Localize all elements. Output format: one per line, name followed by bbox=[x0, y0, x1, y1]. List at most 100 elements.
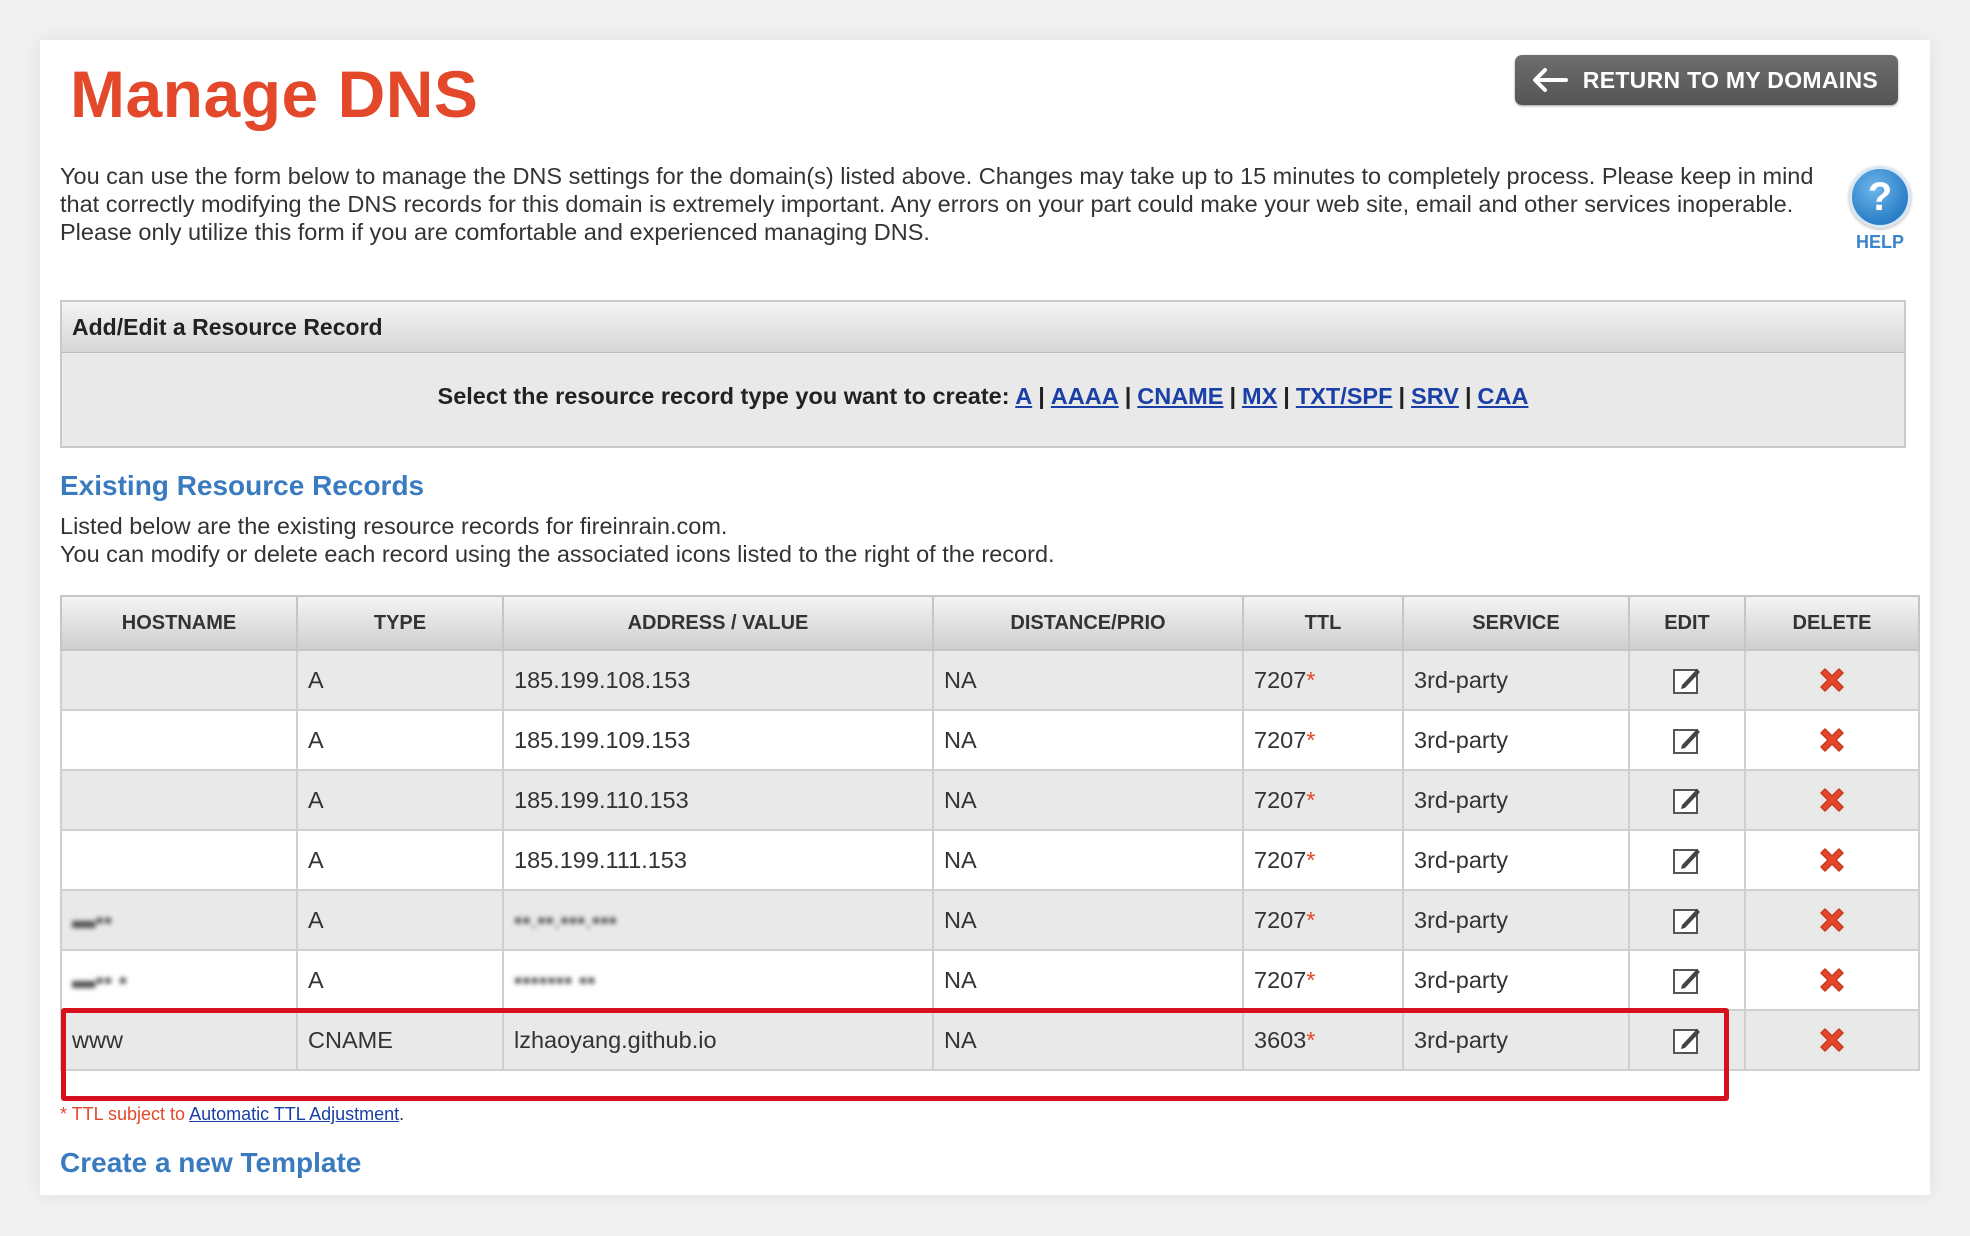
table-row: A 185.199.109.153 NA 7207* 3rd-party bbox=[60, 709, 1920, 771]
record-hostname: www bbox=[60, 1009, 298, 1071]
record-hostname bbox=[60, 769, 298, 831]
ttl-footnote-prefix: * TTL subject to bbox=[60, 1104, 190, 1124]
return-button-label: RETURN TO MY DOMAINS bbox=[1582, 66, 1878, 93]
add-edit-record-box: Add/Edit a Resource Record Select the re… bbox=[60, 300, 1906, 448]
column-header-hostname: HOSTNAME bbox=[60, 595, 298, 651]
return-to-domains-button[interactable]: RETURN TO MY DOMAINS bbox=[1514, 55, 1898, 105]
record-value: 185.199.109.153 bbox=[502, 709, 934, 771]
record-type-prompt: Select the resource record type you want… bbox=[437, 383, 1010, 409]
record-type: A bbox=[296, 709, 504, 771]
record-edit-cell bbox=[1628, 889, 1746, 951]
record-type-selector: Select the resource record type you want… bbox=[437, 383, 1529, 409]
record-ttl: 7207* bbox=[1242, 709, 1404, 771]
table-row: ▬▪▪ A ▪▪.▪▪.▪▪▪.▪▪▪ NA 7207* 3rd-party bbox=[60, 889, 1920, 951]
delete-x-icon[interactable] bbox=[1814, 962, 1850, 998]
record-ttl: 7207* bbox=[1242, 649, 1404, 711]
ttl-footnote: * TTL subject to Automatic TTL Adjustmen… bbox=[60, 1104, 404, 1125]
edit-pencil-icon[interactable] bbox=[1672, 725, 1702, 755]
record-type: A bbox=[296, 649, 504, 711]
table-header-row: HOSTNAME TYPE ADDRESS / VALUE DISTANCE/P… bbox=[60, 595, 1920, 651]
page-title: Manage DNS bbox=[70, 57, 479, 131]
record-value: 185.199.111.153 bbox=[502, 829, 934, 891]
table-row: A 185.199.108.153 NA 7207* 3rd-party bbox=[60, 649, 1920, 711]
delete-x-icon[interactable] bbox=[1814, 722, 1850, 758]
record-hostname bbox=[60, 709, 298, 771]
column-header-edit: EDIT bbox=[1628, 595, 1746, 651]
record-edit-cell bbox=[1628, 649, 1746, 711]
table-row: A 185.199.111.153 NA 7207* 3rd-party bbox=[60, 829, 1920, 891]
record-type: A bbox=[296, 949, 504, 1011]
record-delete-cell bbox=[1744, 709, 1920, 771]
automatic-ttl-link[interactable]: Automatic TTL Adjustment bbox=[189, 1104, 399, 1124]
record-type: CNAME bbox=[296, 1009, 504, 1071]
question-icon: ? bbox=[1849, 166, 1911, 228]
record-type: A bbox=[296, 889, 504, 951]
record-value: lzhaoyang.github.io bbox=[502, 1009, 934, 1071]
record-type-link-mx[interactable]: MX bbox=[1242, 383, 1277, 409]
record-delete-cell bbox=[1744, 889, 1920, 951]
table-row: A 185.199.110.153 NA 7207* 3rd-party bbox=[60, 769, 1920, 831]
delete-x-icon[interactable] bbox=[1814, 902, 1850, 938]
record-delete-cell bbox=[1744, 949, 1920, 1011]
record-ttl: 7207* bbox=[1242, 949, 1404, 1011]
existing-records-line-1: Listed below are the existing resource r… bbox=[60, 513, 728, 539]
record-delete-cell bbox=[1744, 769, 1920, 831]
column-header-address: ADDRESS / VALUE bbox=[502, 595, 934, 651]
record-type-link-txt-spf[interactable]: TXT/SPF bbox=[1296, 383, 1393, 409]
record-edit-cell bbox=[1628, 709, 1746, 771]
record-value: 185.199.110.153 bbox=[502, 769, 934, 831]
record-prio: NA bbox=[932, 709, 1244, 771]
existing-records-description: Listed below are the existing resource r… bbox=[60, 512, 1055, 568]
record-service: 3rd-party bbox=[1402, 889, 1630, 951]
dns-records-table: HOSTNAME TYPE ADDRESS / VALUE DISTANCE/P… bbox=[60, 595, 1920, 1071]
table-row: ▬▪▪ ▪ A ▪▪▪▪▪▪▪ ▪▪ NA 7207* 3rd-party bbox=[60, 949, 1920, 1011]
record-prio: NA bbox=[932, 889, 1244, 951]
existing-records-title: Existing Resource Records bbox=[60, 470, 425, 501]
record-type: A bbox=[296, 769, 504, 831]
intro-text: You can use the form below to manage the… bbox=[60, 163, 1814, 245]
record-delete-cell bbox=[1744, 1009, 1920, 1071]
dns-panel: Manage DNS RETURN TO MY DOMAINS You can … bbox=[40, 40, 1930, 1195]
record-prio: NA bbox=[932, 769, 1244, 831]
record-type-link-a[interactable]: A bbox=[1015, 383, 1032, 409]
help-button[interactable]: ? HELP bbox=[1848, 166, 1912, 253]
record-service: 3rd-party bbox=[1402, 1009, 1630, 1071]
record-edit-cell bbox=[1628, 829, 1746, 891]
record-hostname: ▬▪▪ ▪ bbox=[60, 949, 298, 1011]
record-service: 3rd-party bbox=[1402, 949, 1630, 1011]
delete-x-icon[interactable] bbox=[1814, 662, 1850, 698]
record-prio: NA bbox=[932, 649, 1244, 711]
edit-pencil-icon[interactable] bbox=[1672, 785, 1702, 815]
column-header-distance-prio: DISTANCE/PRIO bbox=[932, 595, 1244, 651]
delete-x-icon[interactable] bbox=[1814, 1022, 1850, 1058]
record-type-link-caa[interactable]: CAA bbox=[1478, 383, 1529, 409]
record-hostname bbox=[60, 829, 298, 891]
record-delete-cell bbox=[1744, 829, 1920, 891]
delete-x-icon[interactable] bbox=[1814, 842, 1850, 878]
column-header-delete: DELETE bbox=[1744, 595, 1920, 651]
record-type: A bbox=[296, 829, 504, 891]
record-service: 3rd-party bbox=[1402, 709, 1630, 771]
edit-pencil-icon[interactable] bbox=[1672, 665, 1702, 695]
edit-pencil-icon[interactable] bbox=[1672, 905, 1702, 935]
record-value: 185.199.108.153 bbox=[502, 649, 934, 711]
record-delete-cell bbox=[1744, 649, 1920, 711]
table-row: www CNAME lzhaoyang.github.io NA 3603* 3… bbox=[60, 1009, 1920, 1071]
column-header-service: SERVICE bbox=[1402, 595, 1630, 651]
record-type-link-cname[interactable]: CNAME bbox=[1137, 383, 1223, 409]
record-prio: NA bbox=[932, 829, 1244, 891]
create-template-link[interactable]: Create a new Template bbox=[60, 1147, 361, 1179]
record-service: 3rd-party bbox=[1402, 769, 1630, 831]
help-label: HELP bbox=[1855, 232, 1904, 252]
edit-pencil-icon[interactable] bbox=[1672, 845, 1702, 875]
record-value: ▪▪.▪▪.▪▪▪.▪▪▪ bbox=[502, 889, 934, 951]
add-edit-heading: Add/Edit a Resource Record bbox=[62, 302, 1904, 353]
record-type-link-srv[interactable]: SRV bbox=[1411, 383, 1459, 409]
record-service: 3rd-party bbox=[1402, 649, 1630, 711]
record-hostname: ▬▪▪ bbox=[60, 889, 298, 951]
edit-pencil-icon[interactable] bbox=[1672, 965, 1702, 995]
record-prio: NA bbox=[932, 1009, 1244, 1071]
edit-pencil-icon[interactable] bbox=[1672, 1025, 1702, 1055]
record-type-link-aaaa[interactable]: AAAA bbox=[1051, 383, 1119, 409]
delete-x-icon[interactable] bbox=[1814, 782, 1850, 818]
